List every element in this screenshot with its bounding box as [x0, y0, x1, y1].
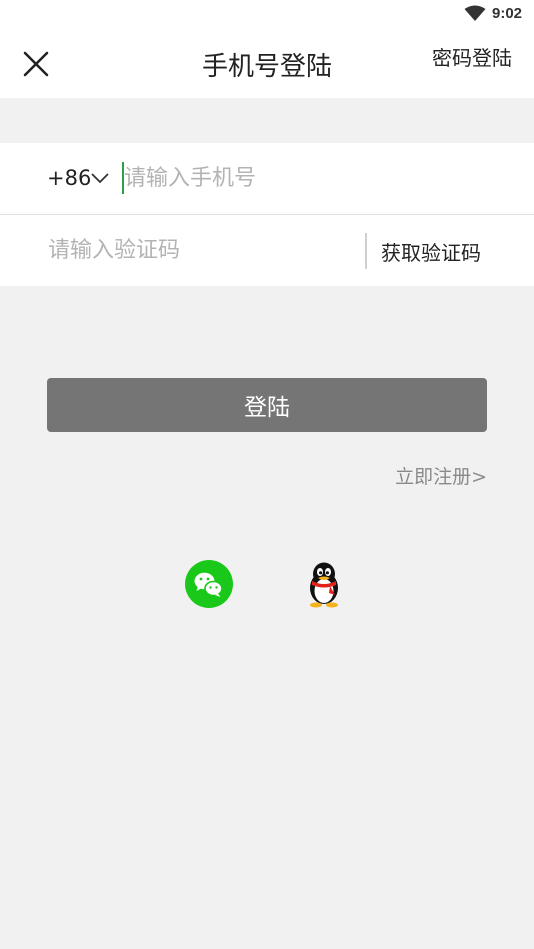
top-bar: 手机号登陆 密码登陆: [0, 28, 534, 98]
status-time: 9:02: [492, 5, 523, 22]
login-form: +86 获取验证码: [0, 143, 534, 286]
password-login-link[interactable]: 密码登陆: [432, 42, 512, 71]
country-code-selector[interactable]: +86: [47, 166, 91, 190]
register-link[interactable]: 立即注册>: [395, 462, 487, 489]
get-code-button[interactable]: 获取验证码: [381, 237, 481, 266]
login-button[interactable]: 登陆: [47, 378, 487, 432]
verification-code-input[interactable]: [48, 231, 348, 269]
qq-icon[interactable]: [302, 560, 346, 608]
status-bar: 9:02: [0, 0, 534, 28]
wifi-icon: [464, 5, 486, 21]
chevron-down-icon[interactable]: [90, 171, 110, 185]
phone-row: +86: [0, 143, 534, 215]
wechat-icon[interactable]: [185, 560, 233, 608]
phone-input[interactable]: [124, 159, 504, 197]
divider: [365, 233, 367, 269]
code-row: 获取验证码: [0, 215, 534, 286]
